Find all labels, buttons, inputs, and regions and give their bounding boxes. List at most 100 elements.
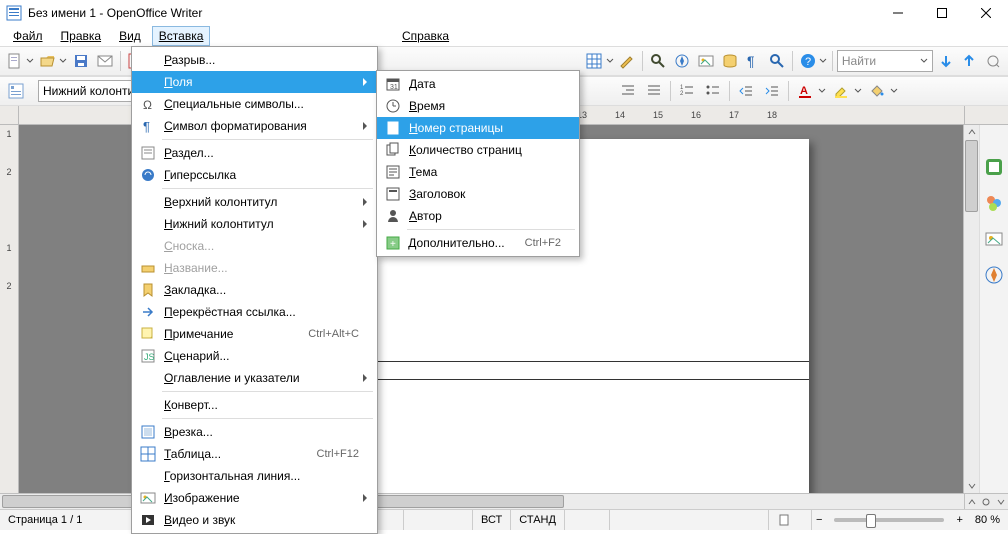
vertical-ruler[interactable]: 1212 <box>0 125 19 493</box>
insert-menu-item-6[interactable]: Гиперссылка <box>132 164 377 186</box>
fields-menu-item-6[interactable]: Автор <box>377 205 579 227</box>
font-color-dropdown[interactable] <box>817 80 827 102</box>
new-doc-icon[interactable] <box>4 49 26 73</box>
open-icon[interactable] <box>37 49 59 73</box>
font-color-icon[interactable]: A <box>793 79 817 103</box>
bgcolor-icon[interactable] <box>865 79 889 103</box>
page-down-icon[interactable] <box>994 494 1008 509</box>
find-icon[interactable] <box>647 49 669 73</box>
insert-menu-item-24[interactable]: Видео и звук <box>132 509 377 531</box>
insert-menu-item-15[interactable]: JSСценарий... <box>132 345 377 367</box>
insert-menu-item-23[interactable]: Изображение <box>132 487 377 509</box>
insert-menu-item-9[interactable]: Нижний колонтитул <box>132 213 377 235</box>
fields-menu-item-0[interactable]: 31Дата <box>377 73 579 95</box>
table-tb-icon[interactable] <box>583 49 605 73</box>
status-lang[interactable] <box>404 510 473 530</box>
insert-menu-item-10: Сноска... <box>132 235 377 257</box>
find-prev-icon[interactable] <box>958 49 980 73</box>
fields-menu-item-4[interactable]: Тема <box>377 161 579 183</box>
new-doc-dropdown[interactable] <box>26 50 35 72</box>
numbered-list-icon[interactable]: 12 <box>675 79 699 103</box>
datasrc-icon[interactable] <box>719 49 741 73</box>
highlight-dropdown[interactable] <box>853 80 863 102</box>
insert-menu-item-12[interactable]: Закладка... <box>132 279 377 301</box>
bullet-list-icon[interactable] <box>701 79 725 103</box>
find-next-icon[interactable] <box>935 49 957 73</box>
align-right-icon[interactable] <box>616 79 640 103</box>
insert-menu-item-label: Разрыв... <box>164 53 359 67</box>
insert-menu-item-label: Врезка... <box>164 425 359 439</box>
page-up-icon[interactable] <box>965 494 979 509</box>
insert-menu-item-label: Горизонтальная линия... <box>164 469 359 483</box>
insert-menu-item-14[interactable]: ПримечаниеCtrl+Alt+C <box>132 323 377 345</box>
insert-menu-item-label: Перекрёстная ссылка... <box>164 305 359 319</box>
zoom-out-icon[interactable]: − <box>812 510 826 530</box>
properties-panel-icon[interactable] <box>984 157 1004 177</box>
gallery-icon[interactable] <box>695 49 717 73</box>
open-dropdown[interactable] <box>59 50 68 72</box>
draw-icon[interactable] <box>616 49 638 73</box>
zoom-in-icon[interactable]: + <box>952 514 966 526</box>
insert-menu-item-2[interactable]: Ω Специальные символы... <box>132 93 377 115</box>
insert-menu-item-20[interactable]: Врезка... <box>132 421 377 443</box>
vertical-scrollbar[interactable] <box>963 125 979 493</box>
insert-menu-item-5[interactable]: Раздел... <box>132 142 377 164</box>
insert-menu-item-label: Специальные символы... <box>164 97 359 111</box>
svg-text:#: # <box>390 125 395 134</box>
svg-text:¶: ¶ <box>747 53 755 69</box>
inc-indent-icon[interactable] <box>760 79 784 103</box>
status-insert[interactable]: ВСТ <box>473 510 511 530</box>
menu-insert[interactable]: Вставка <box>152 26 211 46</box>
email-icon[interactable] <box>94 49 116 73</box>
page-nav-icon[interactable] <box>979 494 993 509</box>
menu-view[interactable]: Вид <box>112 26 148 46</box>
fields-menu-item-8[interactable]: +Дополнительно...Ctrl+F2 <box>377 232 579 254</box>
close-button[interactable] <box>964 0 1008 26</box>
blank-icon <box>136 213 160 235</box>
fields-menu-item-1[interactable]: Время <box>377 95 579 117</box>
pilcrow-icon[interactable]: ¶ <box>742 49 764 73</box>
insert-menu-item-21[interactable]: Таблица...Ctrl+F12 <box>132 443 377 465</box>
dec-indent-icon[interactable] <box>734 79 758 103</box>
maximize-button[interactable] <box>920 0 964 26</box>
insert-menu-item-1[interactable]: Поля <box>132 71 377 93</box>
insert-menu-item-3[interactable]: ¶Символ форматирования <box>132 115 377 137</box>
fields-menu-item-2[interactable]: #Номер страницы <box>377 117 579 139</box>
insert-menu-item-0[interactable]: Разрыв... <box>132 49 377 71</box>
status-sig[interactable] <box>565 510 610 530</box>
fields-menu-item-5[interactable]: Заголовок <box>377 183 579 205</box>
navigator-panel-icon[interactable] <box>984 265 1004 285</box>
insert-menu-item-16[interactable]: Оглавление и указатели <box>132 367 377 389</box>
find-box[interactable]: Найти <box>837 50 933 72</box>
highlight-icon[interactable] <box>829 79 853 103</box>
zoom-slider[interactable] <box>834 518 944 522</box>
styles-icon[interactable] <box>4 79 28 103</box>
status-zoom[interactable]: 80 % <box>967 510 1008 530</box>
styles-panel-icon[interactable] <box>984 193 1004 213</box>
help-icon[interactable]: ? <box>797 49 819 73</box>
bgcolor-dropdown[interactable] <box>889 80 899 102</box>
accel: Ctrl+F12 <box>317 448 360 460</box>
help-dropdown[interactable] <box>819 50 828 72</box>
zoom-icon[interactable] <box>766 49 788 73</box>
view-single-icon[interactable] <box>769 510 812 530</box>
table-dropdown[interactable] <box>605 50 614 72</box>
blank-icon <box>136 367 160 389</box>
insert-menu-item-13[interactable]: Перекрёстная ссылка... <box>132 301 377 323</box>
fields-menu-item-3[interactable]: Количество страниц <box>377 139 579 161</box>
align-justify-icon[interactable] <box>642 79 666 103</box>
find-opt-icon[interactable] <box>982 49 1004 73</box>
insert-menu-item-8[interactable]: Верхний колонтитул <box>132 191 377 213</box>
gallery-panel-icon[interactable] <box>984 229 1004 249</box>
insert-menu-item-label: Закладка... <box>164 283 359 297</box>
insert-menu-item-22[interactable]: Горизонтальная линия... <box>132 465 377 487</box>
menu-help[interactable]: Справка <box>395 26 456 46</box>
insert-menu-item-18[interactable]: Конверт... <box>132 394 377 416</box>
save-icon[interactable] <box>70 49 92 73</box>
nav-icon[interactable] <box>671 49 693 73</box>
menu-file[interactable]: Файл <box>6 26 50 46</box>
special-icon: Ω <box>136 93 160 115</box>
minimize-button[interactable] <box>876 0 920 26</box>
status-mode[interactable]: СТАНД <box>511 510 565 530</box>
menu-edit[interactable]: Правка <box>54 26 109 46</box>
